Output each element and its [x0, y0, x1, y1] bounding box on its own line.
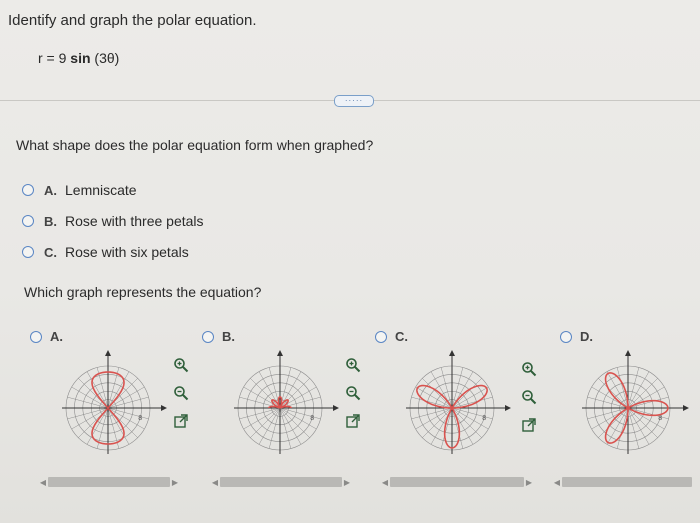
radio-c[interactable] [22, 246, 34, 258]
y-axis-arrow [277, 350, 283, 356]
scroll-right-icon[interactable]: ▶ [524, 478, 534, 487]
radio-b[interactable] [22, 215, 34, 227]
option-a-text: Lemniscate [65, 182, 137, 198]
question-1-text: What shape does the polar equation form … [16, 137, 374, 153]
external-link-icon[interactable] [344, 412, 362, 430]
question-2-text: Which graph represents the equation? [24, 284, 262, 300]
equation-prefix: r = 9 [38, 50, 67, 66]
x-axis-arrow [683, 405, 689, 411]
graph-option-c-letter: C. [395, 329, 408, 344]
tools-b [344, 356, 362, 430]
tick-label: 8 [138, 415, 142, 422]
x-axis-arrow [161, 405, 167, 411]
zoom-in-icon[interactable] [520, 360, 538, 378]
graph-option-a-letter: A. [50, 329, 63, 344]
x-axis-arrow [505, 405, 511, 411]
zoom-out-icon[interactable] [172, 384, 190, 402]
equation: r = 9 sin (3θ) [38, 50, 119, 66]
option-b[interactable]: B. Rose with three petals [22, 213, 204, 229]
graph-option-b-letter: B. [222, 329, 235, 344]
y-axis-arrow [105, 350, 111, 356]
tools-c [520, 360, 538, 434]
scrollbar-c[interactable]: ◀ ▶ [380, 476, 534, 488]
zoom-in-icon[interactable] [172, 356, 190, 374]
scroll-left-icon[interactable]: ◀ [380, 478, 390, 487]
scroll-right-icon[interactable]: ▶ [342, 478, 352, 487]
scroll-left-icon[interactable]: ◀ [552, 478, 562, 487]
graph-option-d-letter: D. [580, 329, 593, 344]
scrollbar-d[interactable]: ◀ [552, 476, 692, 488]
option-b-letter: B. [44, 213, 57, 229]
option-a[interactable]: A. Lemniscate [22, 182, 137, 198]
scroll-left-icon[interactable]: ◀ [210, 478, 220, 487]
scrollbar-a[interactable]: ◀ ▶ [38, 476, 180, 488]
x-axis-arrow [333, 405, 339, 411]
option-b-text: Rose with three petals [65, 213, 204, 229]
zoom-out-icon[interactable] [344, 384, 362, 402]
tools-a [172, 356, 190, 430]
equation-arg: (3θ) [94, 50, 120, 66]
equation-func: sin [70, 50, 91, 66]
graph-radio-b[interactable] [202, 330, 214, 343]
graph-a: 8 [62, 350, 167, 454]
scroll-left-icon[interactable]: ◀ [38, 478, 48, 487]
scroll-thumb[interactable] [220, 477, 342, 487]
tick-label: 8 [658, 415, 662, 422]
external-link-icon[interactable] [172, 412, 190, 430]
graph-c: 8 [406, 350, 511, 454]
graph-radio-a[interactable] [30, 330, 42, 343]
scroll-right-icon[interactable]: ▶ [170, 478, 180, 487]
option-a-letter: A. [44, 182, 57, 198]
scroll-thumb[interactable] [390, 477, 524, 487]
more-button[interactable]: ····· [334, 95, 374, 107]
zoom-in-icon[interactable] [344, 356, 362, 374]
y-axis-arrow [449, 350, 455, 356]
graph-radio-d[interactable] [560, 330, 572, 343]
graph-b: 8 [234, 350, 339, 454]
zoom-out-icon[interactable] [520, 388, 538, 406]
option-c[interactable]: C. Rose with six petals [22, 244, 189, 260]
external-link-icon[interactable] [520, 416, 538, 434]
scroll-thumb[interactable] [562, 477, 692, 487]
graph-radio-c[interactable] [375, 330, 387, 343]
option-c-letter: C. [44, 244, 57, 260]
scrollbar-b[interactable]: ◀ ▶ [210, 476, 352, 488]
graph-option-d[interactable]: D. [560, 329, 601, 344]
tick-label: 8 [310, 415, 314, 422]
y-axis-arrow [625, 350, 631, 356]
graph-option-a[interactable]: A. [30, 329, 71, 344]
option-c-text: Rose with six petals [65, 244, 189, 260]
graph-option-c[interactable]: C. [375, 329, 416, 344]
tick-label: 8 [482, 415, 486, 422]
graph-d: 8 [582, 350, 689, 454]
graph-option-b[interactable]: B. [202, 329, 243, 344]
problem-title: Identify and graph the polar equation. [8, 12, 257, 29]
scroll-thumb[interactable] [48, 477, 170, 487]
radio-a[interactable] [22, 184, 34, 196]
